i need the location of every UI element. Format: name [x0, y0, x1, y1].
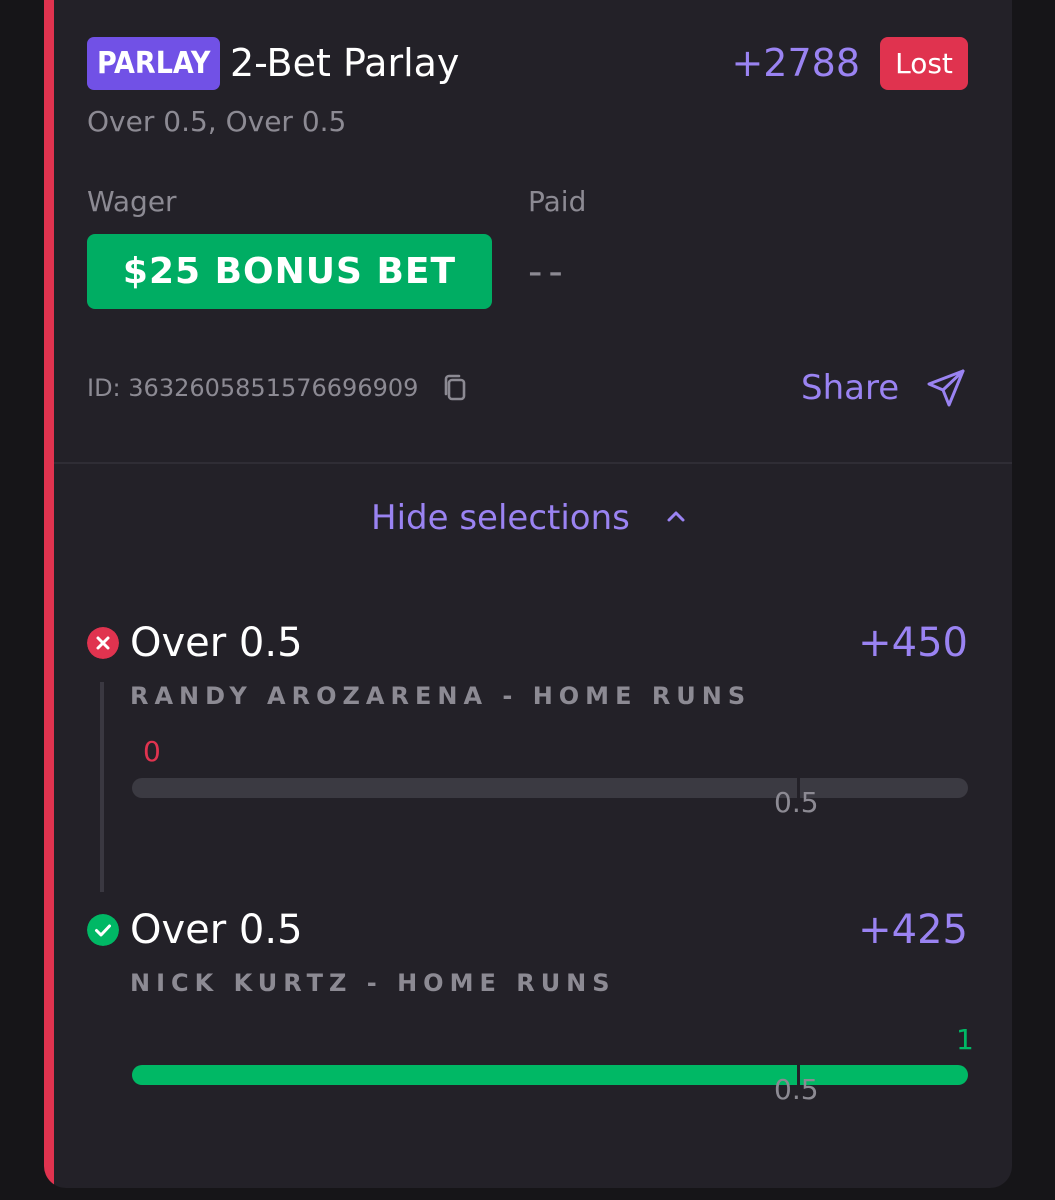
line-value: 0.5 [774, 1073, 819, 1106]
divider [54, 462, 1012, 464]
bet-id: ID: 3632605851576696909 [87, 374, 419, 402]
selection-odds: +450 [858, 620, 968, 666]
wager-label: Wager [87, 185, 177, 218]
send-icon[interactable] [924, 366, 968, 410]
selection-title: Over 0.5 [130, 620, 303, 666]
x-circle-icon [87, 627, 119, 659]
wager-bonus-badge: $25 BONUS BET [87, 234, 492, 309]
selection-subtitle: NICK KURTZ - HOME RUNS [130, 969, 616, 997]
bet-card: PARLAY 2-Bet Parlay +2788 Lost Over 0.5,… [44, 0, 1012, 1188]
copy-icon[interactable] [442, 373, 468, 403]
status-accent-bar [44, 0, 54, 1188]
parlay-tag: PARLAY [87, 37, 221, 90]
current-stat-value: 1 [956, 1023, 974, 1056]
line-value: 0.5 [774, 786, 819, 819]
bet-title: 2-Bet Parlay [230, 41, 460, 85]
hide-selections-button[interactable]: Hide selections [371, 496, 630, 540]
bet-odds: +2788 [731, 41, 860, 85]
status-badge: Lost [880, 37, 968, 90]
paid-label: Paid [528, 185, 587, 218]
progress-track-filled [132, 1065, 968, 1085]
bet-subtitle: Over 0.5, Over 0.5 [87, 105, 347, 138]
check-circle-icon [87, 914, 119, 946]
selection-title: Over 0.5 [130, 907, 303, 953]
current-stat-value: 0 [143, 735, 161, 768]
selection-connector [100, 682, 104, 892]
chevron-up-icon[interactable] [662, 502, 690, 530]
share-button[interactable]: Share [801, 366, 899, 410]
selection-subtitle: RANDY AROZARENA - HOME RUNS [130, 682, 752, 710]
progress-track [132, 778, 968, 798]
paid-value: -- [528, 249, 569, 295]
selection-odds: +425 [858, 907, 968, 953]
